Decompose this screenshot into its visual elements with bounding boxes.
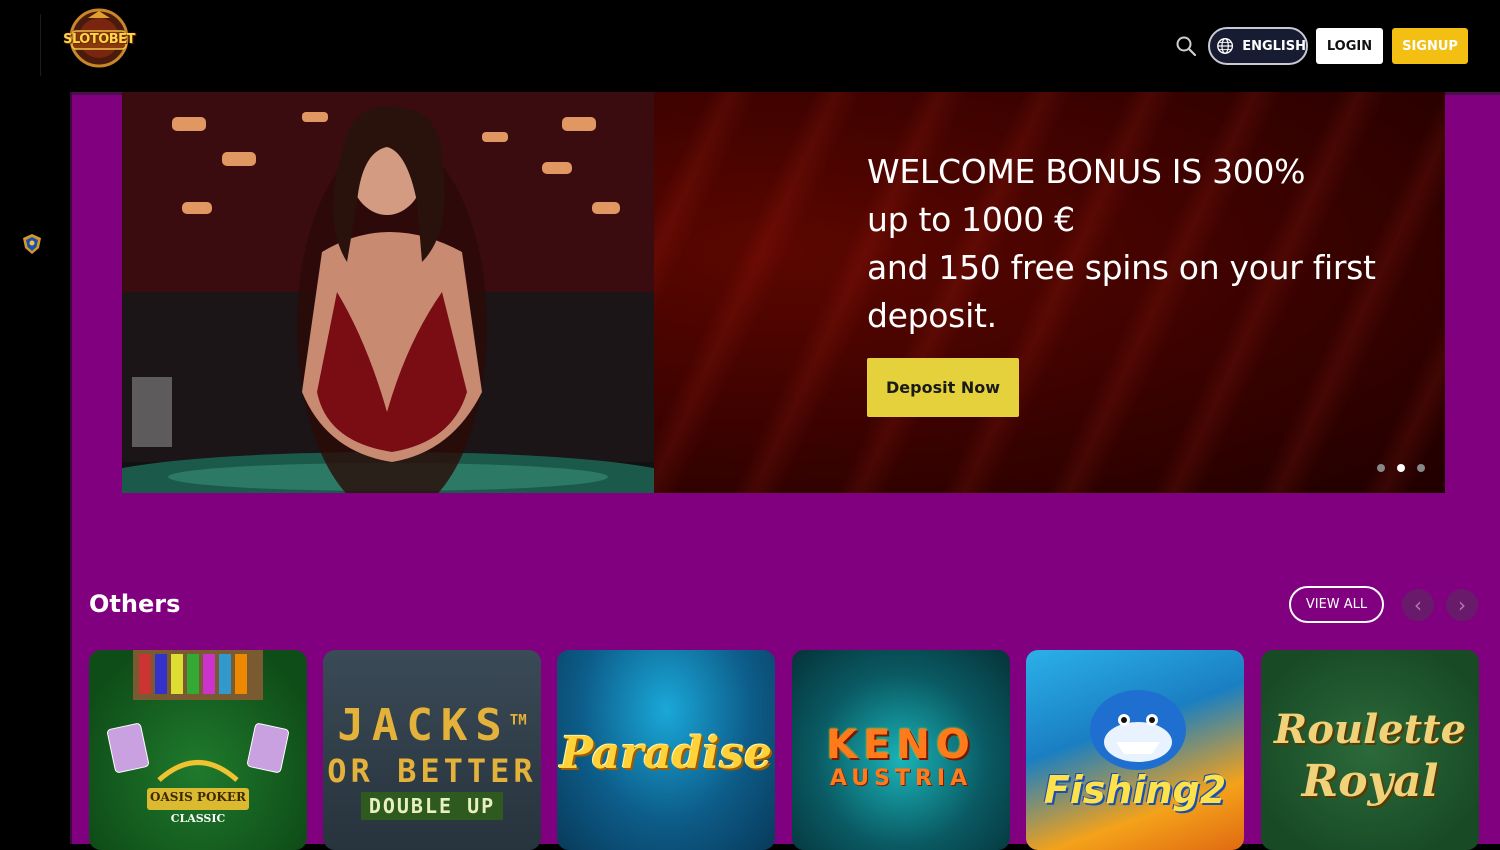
game-card-oasis-poker[interactable]: OASIS POKER CLASSIC <box>89 650 307 850</box>
game-line2-roulette: Royal <box>1301 756 1439 807</box>
globe-icon <box>1217 38 1234 54</box>
games-carousel: OASIS POKER CLASSIC JACKSTM OR BETTER DO… <box>89 650 1489 850</box>
chevron-right-icon: › <box>1458 593 1466 617</box>
game-line3-jacks-wrap: DOUBLE UP <box>323 792 541 820</box>
game-title-paradise: Paradise <box>559 728 773 779</box>
game-card-jacks-or-better[interactable]: JACKSTM OR BETTER DOUBLE UP <box>323 650 541 850</box>
game-line2-keno: AUSTRIA <box>829 766 973 791</box>
carousel-dots <box>1377 464 1425 472</box>
game-card-keno-austria[interactable]: KENO AUSTRIA <box>792 650 1010 850</box>
signup-button[interactable]: SIGNUP <box>1392 28 1468 64</box>
search-icon[interactable] <box>1174 34 1198 58</box>
game-line3-jacks: DOUBLE UP <box>360 792 504 820</box>
banner-line-3: and 150 free spins on your first <box>867 248 1376 287</box>
game-line2-jacks: OR BETTER <box>327 752 537 790</box>
sidebar-divider <box>40 14 41 76</box>
carousel-dot-1[interactable] <box>1377 464 1385 472</box>
banner-headline: WELCOME BONUS IS 300% up to 1000 € and 1… <box>867 148 1427 340</box>
view-all-button[interactable]: VIEW ALL <box>1289 586 1384 623</box>
carousel-dot-3[interactable] <box>1417 464 1425 472</box>
carousel-dot-2[interactable] <box>1397 464 1405 472</box>
chevron-left-icon: ‹ <box>1414 593 1422 617</box>
carousel-next-button[interactable]: › <box>1446 589 1478 621</box>
language-label: ENGLISH <box>1242 38 1306 54</box>
game-title-jacks: JACKSTM <box>323 700 541 751</box>
trademark-mark: TM <box>509 712 527 729</box>
shield-badge-icon[interactable] <box>21 233 43 255</box>
carousel-prev-button[interactable]: ‹ <box>1402 589 1434 621</box>
deposit-now-button[interactable]: Deposit Now <box>867 358 1019 417</box>
game-title-roulette: Roulette <box>1273 706 1467 753</box>
game-subtitle-oasis-poker: CLASSIC <box>170 812 226 825</box>
slotobet-logo[interactable]: SLOTOBET <box>62 8 136 70</box>
game-title-oasis-poker: OASIS POKER <box>150 790 246 804</box>
game-card-paradise[interactable]: Paradise <box>557 650 775 850</box>
banner-line-4: deposit. <box>867 296 997 335</box>
banner-line-2: up to 1000 € <box>867 200 1075 239</box>
game-title-jacks-text: JACKS <box>337 700 510 751</box>
logo-text: SLOTOBET <box>63 32 135 47</box>
casino-dealer-illustration <box>122 92 654 493</box>
game-card-fishing2[interactable]: Fishing2 <box>1026 650 1244 850</box>
sidebar <box>0 0 70 844</box>
login-button[interactable]: LOGIN <box>1316 28 1383 64</box>
section-title: Others <box>89 590 181 618</box>
banner-line-1: WELCOME BONUS IS 300% <box>867 152 1306 191</box>
shark-icon <box>1090 690 1186 770</box>
main-content: WELCOME BONUS IS 300% up to 1000 € and 1… <box>70 92 1500 850</box>
game-title-fishing2: Fishing2 <box>1043 768 1227 812</box>
game-card-roulette-royal[interactable]: Roulette Royal <box>1261 650 1479 850</box>
game-title-keno: KENO <box>826 722 976 768</box>
promo-banner[interactable]: WELCOME BONUS IS 300% up to 1000 € and 1… <box>122 92 1445 493</box>
language-selector[interactable]: ENGLISH <box>1208 27 1308 65</box>
banner-dealer-image <box>122 92 654 493</box>
